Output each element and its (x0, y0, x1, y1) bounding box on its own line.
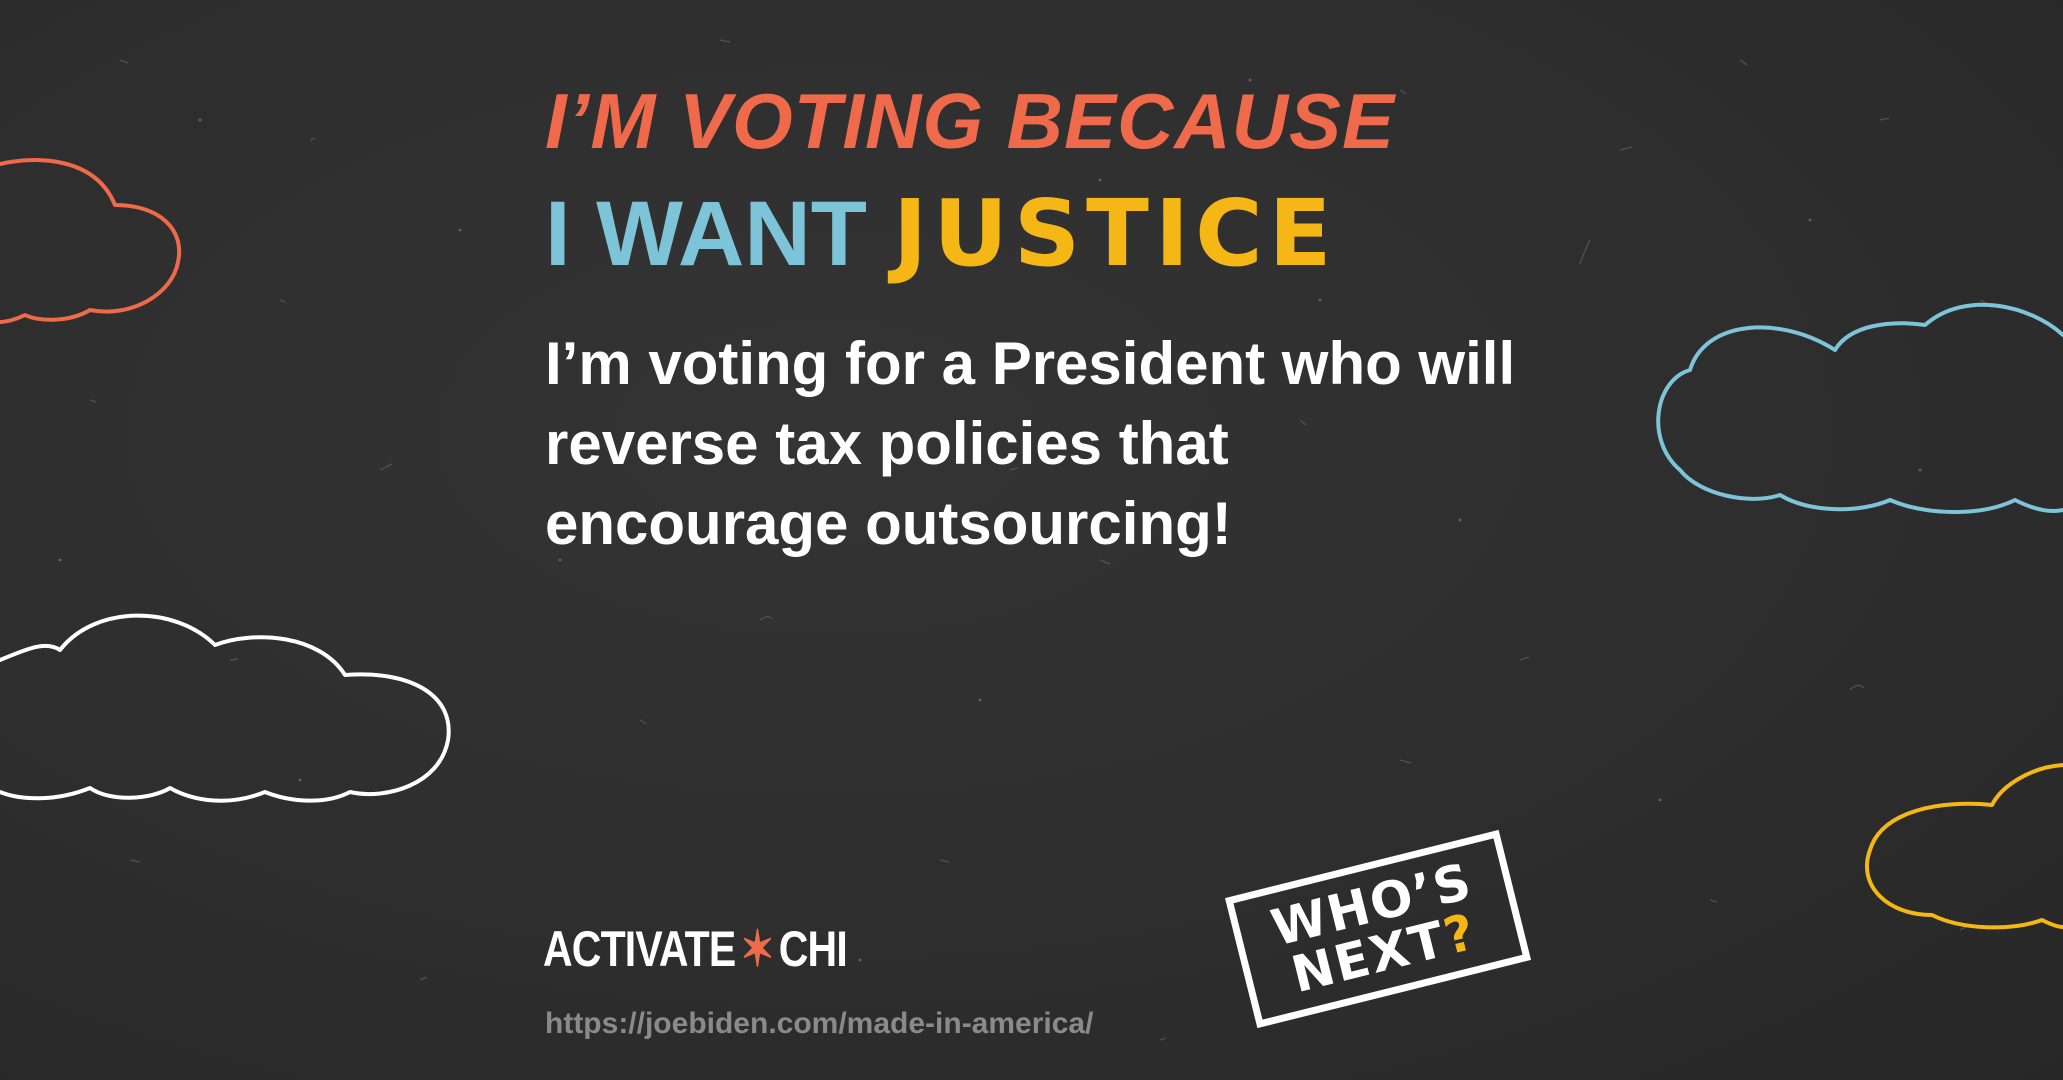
logo-text-right: CHI (778, 921, 848, 977)
white-cloud-icon (0, 613, 451, 803)
yellow-cloud-icon (1864, 763, 2063, 930)
voting-statement: I’m voting for a President who will reve… (545, 324, 1565, 564)
star-icon: ✶ (740, 921, 774, 977)
poster-canvas: I’M VOTING BECAUSE I WANT JUSTICE I’m vot… (0, 0, 2063, 1080)
source-link[interactable]: https://joebiden.com/made-in-america/ (545, 1007, 1093, 1041)
activate-chi-logo: ACTIVATE✶CHI (543, 921, 848, 977)
statement-line-1: I’m voting for a President who will (545, 330, 1516, 397)
headline-justice: JUSTICE (892, 180, 1338, 287)
logo-text-left: ACTIVATE (543, 921, 736, 977)
statement-line-3: encourage outsourcing! (545, 490, 1232, 557)
headline-want-prefix: I WANT (545, 183, 867, 285)
headline-want: I WANT JUSTICE (545, 188, 1338, 281)
coral-cloud-icon (0, 158, 182, 324)
headline-reason: I’M VOTING BECAUSE (545, 77, 1396, 165)
blue-cloud-icon (1656, 302, 2063, 514)
statement-line-2: reverse tax policies that (545, 410, 1229, 477)
